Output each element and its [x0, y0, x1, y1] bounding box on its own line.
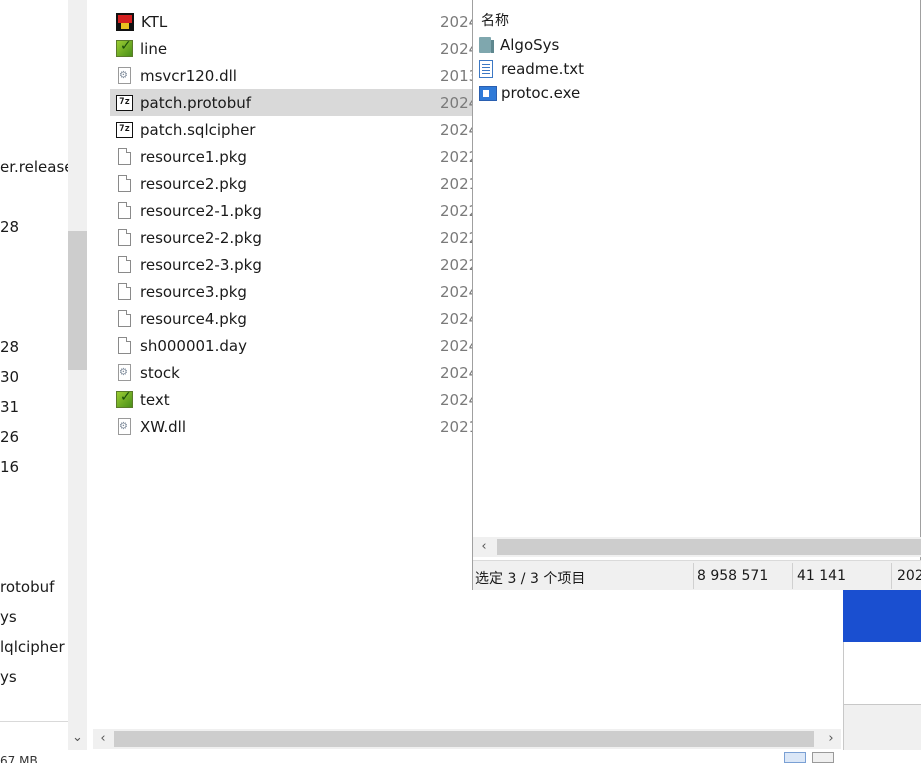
dll-file-icon [118, 67, 131, 84]
chevron-left-icon[interactable]: ‹ [473, 537, 495, 557]
dll-file-icon [118, 364, 131, 381]
notepad-file-icon [116, 38, 133, 57]
selection-count: 选定 3 / 3 个项目 [475, 571, 586, 587]
7z-archive-icon: 7z [116, 94, 133, 111]
file-name: resource4.pkg [140, 309, 247, 328]
ktl-app-icon [116, 12, 134, 31]
exe-file-icon [479, 85, 497, 101]
nav-selected-item[interactable] [0, 721, 68, 722]
archive-scroll-thumb[interactable] [497, 539, 921, 555]
chevron-down-icon[interactable]: ⌄ [68, 728, 87, 748]
file-name: msvcr120.dll [140, 66, 237, 85]
file-name: patch.protobuf [140, 93, 252, 112]
file-name: resource2-1.pkg [140, 201, 262, 220]
blank-file-icon [118, 337, 131, 354]
total-size: 8 958 571 [697, 568, 769, 584]
background-window-body [843, 642, 921, 763]
nav-item[interactable]: er.release [0, 157, 68, 177]
file-list-horizontal-scrollbar[interactable]: ‹ › [93, 729, 841, 749]
archive-item-name: readme.txt [501, 60, 585, 78]
blank-file-icon [118, 202, 131, 219]
file-name: resource3.pkg [140, 282, 247, 301]
explorer-status-bar: 67 MB [0, 750, 921, 763]
archive-item-name: protoc.exe [501, 84, 581, 102]
dll-file-icon [118, 418, 131, 435]
blank-file-icon [118, 256, 131, 273]
nav-item[interactable]: 30 [0, 367, 19, 387]
archive-item-algosys[interactable]: AlgoSys [479, 33, 559, 57]
file-name: XW.dll [140, 417, 187, 436]
folder-icon [479, 37, 494, 53]
nav-item[interactable]: 31 [0, 397, 19, 417]
explorer-window: er.release 28 28 30 31 26 16 rotobuf ys … [0, 0, 921, 763]
chevron-left-icon[interactable]: ‹ [93, 729, 113, 749]
file-name: resource2.pkg [140, 174, 247, 193]
archive-popup-window: 名称 AlgoSys readme.txt protoc.exe ‹ 选定 3 … [472, 0, 921, 590]
file-name: KTL [141, 12, 168, 31]
blank-file-icon [118, 175, 131, 192]
modified-date: 202 [897, 568, 921, 584]
blank-file-icon [118, 229, 131, 246]
notepad-file-icon [116, 389, 133, 408]
nav-item[interactable]: ys [0, 667, 17, 687]
nav-item[interactable]: lqlcipher [0, 637, 65, 657]
large-icons-view-icon[interactable] [812, 752, 834, 763]
file-name: resource2-3.pkg [140, 255, 262, 274]
archive-status-bar: 选定 3 / 3 个项目 8 958 571 41 141 202 [473, 560, 921, 590]
nav-item[interactable]: rotobuf [0, 577, 54, 597]
background-window-titlebar [843, 590, 921, 642]
nav-item[interactable]: 28 [0, 337, 19, 357]
horizontal-scroll-thumb[interactable] [114, 731, 814, 747]
file-name: resource2-2.pkg [140, 228, 262, 247]
blank-file-icon [118, 283, 131, 300]
nav-item[interactable]: 28 [0, 217, 19, 237]
status-divider [693, 563, 694, 589]
details-view-icon[interactable] [784, 752, 806, 763]
file-name: line [140, 39, 168, 58]
chevron-right-icon[interactable]: › [821, 729, 841, 749]
navigation-scroll-thumb[interactable] [68, 231, 87, 370]
file-name: stock [140, 363, 180, 382]
blank-file-icon [118, 148, 131, 165]
file-name: patch.sqlcipher [140, 120, 256, 139]
file-name: sh000001.day [140, 336, 247, 355]
archive-item-name: AlgoSys [500, 36, 560, 54]
blank-file-icon [118, 310, 131, 327]
nav-item[interactable]: 26 [0, 427, 19, 447]
archive-item-protoc[interactable]: protoc.exe [479, 81, 580, 105]
navigation-pane: er.release 28 28 30 31 26 16 rotobuf ys … [0, 0, 68, 722]
packed-size: 41 141 [797, 568, 846, 584]
file-name: text [140, 390, 170, 409]
status-divider [891, 563, 892, 589]
archive-horizontal-scrollbar[interactable]: ‹ [473, 537, 921, 557]
status-size-text: 67 MB [0, 754, 38, 763]
status-divider [792, 563, 793, 589]
column-header: 名称 [473, 6, 921, 32]
column-header-name[interactable]: 名称 [481, 10, 509, 30]
text-file-icon [479, 60, 493, 78]
archive-item-readme[interactable]: readme.txt [479, 57, 584, 81]
navigation-scrollbar[interactable]: ⌄ [68, 0, 87, 750]
nav-item[interactable]: ys [0, 607, 17, 627]
file-name: resource1.pkg [140, 147, 247, 166]
nav-item[interactable]: 16 [0, 457, 19, 477]
7z-archive-icon: 7z [116, 121, 133, 138]
